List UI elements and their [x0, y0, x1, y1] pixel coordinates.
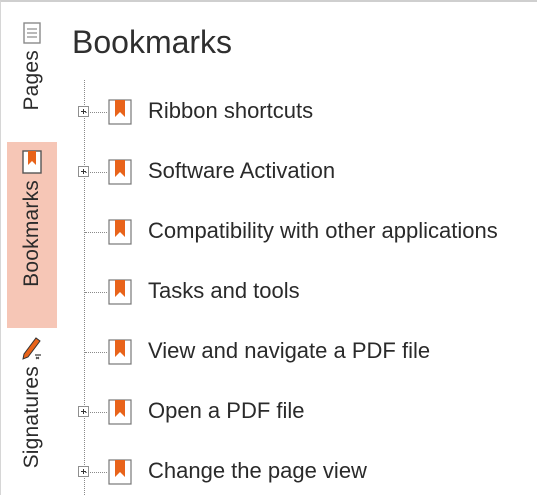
tab-pages-label: Pages — [20, 50, 43, 111]
bookmark-icon — [108, 159, 132, 185]
signature-pen-icon — [22, 337, 41, 360]
tab-pages[interactable]: Pages — [7, 22, 57, 150]
bookmark-label: Change the page view — [148, 458, 367, 483]
bookmark-icon — [22, 150, 42, 174]
bookmark-label: Ribbon shortcuts — [148, 98, 314, 123]
bookmark-item[interactable]: Tasks and tools — [72, 277, 537, 307]
bookmark-icon — [108, 279, 132, 305]
bookmark-item[interactable]: Compatibility with other applications — [72, 217, 537, 247]
bookmark-item[interactable]: Open a PDF file — [72, 397, 537, 427]
tab-signatures-label: Signatures — [20, 366, 43, 469]
bookmark-icon — [108, 459, 132, 485]
bookmark-label: Software Activation — [148, 158, 336, 183]
bookmark-label: Compatibility with other applications — [148, 218, 498, 243]
bookmark-label: Tasks and tools — [148, 278, 300, 303]
bookmark-label: View and navigate a PDF file — [148, 338, 431, 363]
tab-bookmarks[interactable]: Bookmarks — [7, 142, 57, 328]
tab-bookmarks-label: Bookmarks — [20, 180, 43, 287]
bookmark-icon — [108, 219, 132, 245]
side-rail: Pages Bookmarks Signatures — [7, 10, 57, 495]
bookmark-icon — [108, 99, 132, 125]
bookmark-item[interactable]: Ribbon shortcuts — [72, 97, 537, 127]
panel-title: Bookmarks — [72, 24, 233, 60]
tab-signatures[interactable]: Signatures — [7, 328, 57, 498]
bookmark-item[interactable]: View and navigate a PDF file — [72, 337, 537, 367]
bookmark-icon — [108, 399, 132, 425]
pages-icon — [23, 22, 41, 44]
bookmark-icon — [108, 339, 132, 365]
bookmark-item[interactable]: Software Activation — [72, 157, 537, 187]
bookmark-tree: Ribbon shortcuts Software Activation Com… — [72, 80, 537, 495]
bookmark-label: Open a PDF file — [148, 398, 305, 423]
bookmark-item[interactable]: Change the page view — [72, 457, 537, 487]
